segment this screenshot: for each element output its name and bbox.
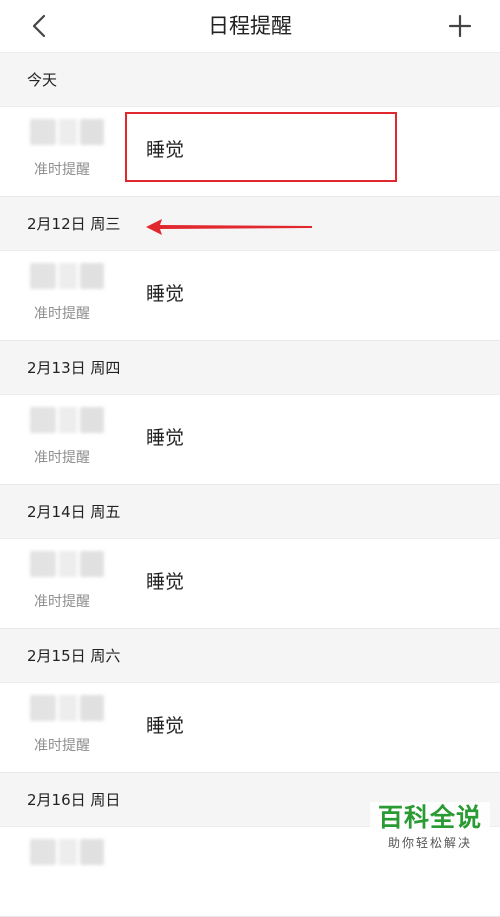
schedule-item[interactable]: 准时提醒 睡觉 (0, 539, 500, 629)
time-blurred (30, 839, 104, 865)
schedule-title: 睡觉 (146, 427, 185, 449)
schedule-title: 睡觉 (146, 139, 185, 161)
section-header-date: 2月16日 周日 (0, 773, 500, 827)
reminder-type-label: 准时提醒 (34, 738, 90, 754)
back-button[interactable] (22, 8, 58, 44)
schedule-item[interactable] (0, 827, 500, 917)
section-header-date: 2月15日 周六 (0, 629, 500, 683)
section-header-date: 2月12日 周三 (0, 197, 500, 251)
schedule-item[interactable]: 准时提醒 睡觉 (0, 251, 500, 341)
schedule-title: 睡觉 (146, 283, 185, 305)
time-blurred (30, 119, 104, 145)
time-blurred (30, 263, 104, 289)
time-blurred (30, 551, 104, 577)
schedule-title: 睡觉 (146, 715, 185, 737)
reminder-type-label: 准时提醒 (34, 594, 90, 610)
chevron-left-icon (32, 14, 46, 38)
schedule-list: 今天 准时提醒 睡觉 2月12日 周三 准时提醒 睡觉 2月13日 周四 准时提… (0, 53, 500, 917)
schedule-item[interactable]: 准时提醒 睡觉 (0, 107, 500, 197)
top-nav-bar: 日程提醒 (0, 0, 500, 53)
reminder-type-label: 准时提醒 (34, 162, 90, 178)
page-title: 日程提醒 (208, 14, 292, 38)
section-header-today: 今天 (0, 53, 500, 107)
reminder-type-label: 准时提醒 (34, 450, 90, 466)
reminder-type-label: 准时提醒 (34, 306, 90, 322)
time-blurred (30, 407, 104, 433)
add-schedule-button[interactable] (442, 8, 478, 44)
section-header-date: 2月14日 周五 (0, 485, 500, 539)
schedule-title: 睡觉 (146, 571, 185, 593)
time-blurred (30, 695, 104, 721)
schedule-item[interactable]: 准时提醒 睡觉 (0, 395, 500, 485)
plus-icon (448, 14, 472, 38)
schedule-item[interactable]: 准时提醒 睡觉 (0, 683, 500, 773)
section-header-date: 2月13日 周四 (0, 341, 500, 395)
